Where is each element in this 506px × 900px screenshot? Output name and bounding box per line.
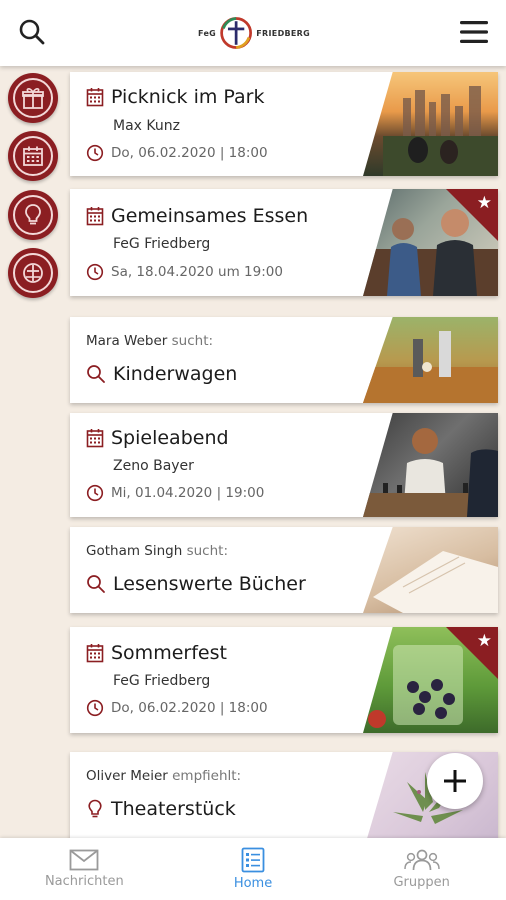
request-meta: Mara Weber sucht: xyxy=(86,333,213,349)
event-title: Gemeinsames Essen xyxy=(111,205,309,227)
event-image-games xyxy=(363,413,498,517)
calendar-icon xyxy=(86,429,104,448)
app-header: FeG FRIEDBERG xyxy=(0,0,506,66)
plus-icon xyxy=(444,770,466,792)
clock-icon xyxy=(86,484,104,502)
logo-text-right: FRIEDBERG xyxy=(256,28,310,38)
request-person: Mara Weber xyxy=(86,333,168,349)
nav-groups-label: Gruppen xyxy=(393,875,450,890)
nav-home[interactable]: Home xyxy=(169,838,338,900)
event-card-games[interactable]: Spieleabend Zeno Bayer Mi, 01.04.2020 | … xyxy=(70,413,498,517)
recommendation-meta: Oliver Meier empfiehlt: xyxy=(86,768,241,784)
church-icon xyxy=(23,263,43,283)
calendar-icon xyxy=(86,207,104,226)
calendar-icon xyxy=(86,88,104,107)
request-title: Lesenswerte Bücher xyxy=(113,573,306,595)
request-meta: Gotham Singh sucht: xyxy=(86,543,228,559)
request-title: Kinderwagen xyxy=(113,363,238,385)
event-image-picnic xyxy=(363,72,498,176)
event-title: Spieleabend xyxy=(111,427,229,449)
group-icon xyxy=(403,849,440,871)
calendar-icon xyxy=(23,146,43,166)
event-organizer: Zeno Bayer xyxy=(113,458,194,474)
clock-icon xyxy=(86,699,104,717)
hamburger-menu-icon xyxy=(460,21,488,43)
request-card-books[interactable]: Gotham Singh sucht: Lesenswerte Bücher xyxy=(70,527,498,613)
nav-home-label: Home xyxy=(233,876,273,891)
add-button[interactable] xyxy=(427,753,483,809)
request-verb: sucht: xyxy=(171,333,214,349)
event-card-dinner[interactable]: ★ Gemeinsames Essen FeG Friedberg Sa, 18… xyxy=(70,189,498,296)
sidebar-gift-button[interactable] xyxy=(8,73,58,123)
lightbulb-icon xyxy=(88,799,102,818)
event-date: Do, 06.02.2020 | 18:00 xyxy=(111,700,268,716)
star-icon: ★ xyxy=(476,193,492,213)
calendar-icon xyxy=(86,644,104,663)
app-logo: FeG FRIEDBERG xyxy=(198,14,310,52)
event-date: Sa, 18.04.2020 um 19:00 xyxy=(111,264,283,280)
nav-messages[interactable]: Nachrichten xyxy=(0,838,169,900)
list-icon xyxy=(241,847,265,873)
sidebar-calendar-button[interactable] xyxy=(8,131,58,181)
gift-icon xyxy=(22,88,44,109)
recommendation-person: Oliver Meier xyxy=(86,768,168,784)
event-organizer: FeG Friedberg xyxy=(113,673,211,689)
sidebar-lightbulb-button[interactable] xyxy=(8,190,58,240)
request-image-books xyxy=(363,527,498,613)
event-organizer: Max Kunz xyxy=(113,118,180,134)
sidebar-church-button[interactable] xyxy=(8,248,58,298)
logo-text-left: FeG xyxy=(198,28,217,38)
lightbulb-icon xyxy=(25,204,41,225)
event-organizer: FeG Friedberg xyxy=(113,236,211,252)
search-icon xyxy=(19,19,45,45)
search-icon xyxy=(87,575,105,593)
clock-icon xyxy=(86,263,104,281)
event-card-picnic[interactable]: Picknick im Park Max Kunz Do, 06.02.2020… xyxy=(70,72,498,176)
event-date: Mi, 01.04.2020 | 19:00 xyxy=(111,485,265,501)
event-title: Sommerfest xyxy=(111,642,227,664)
bottom-navigation: Nachrichten Home Gruppen xyxy=(0,838,506,900)
search-icon xyxy=(87,365,105,383)
event-title: Picknick im Park xyxy=(111,86,265,108)
nav-groups[interactable]: Gruppen xyxy=(337,838,506,900)
envelope-icon xyxy=(69,849,99,871)
logo-emblem-icon xyxy=(220,17,253,49)
request-verb: sucht: xyxy=(186,543,229,559)
event-card-summer[interactable]: ★ Sommerfest FeG Friedberg Do, 06.02.202… xyxy=(70,627,498,733)
clock-icon xyxy=(86,144,104,162)
event-date: Do, 06.02.2020 | 18:00 xyxy=(111,145,268,161)
request-person: Gotham Singh xyxy=(86,543,183,559)
request-card-stroller[interactable]: Mara Weber sucht: Kinderwagen xyxy=(70,317,498,403)
menu-button[interactable] xyxy=(454,12,494,52)
recommendation-title: Theaterstück xyxy=(111,798,236,820)
recommendation-verb: empfiehlt: xyxy=(172,768,242,784)
star-icon: ★ xyxy=(476,631,492,651)
request-image-stroller xyxy=(363,317,498,403)
nav-messages-label: Nachrichten xyxy=(44,874,124,889)
search-button[interactable] xyxy=(12,12,52,52)
